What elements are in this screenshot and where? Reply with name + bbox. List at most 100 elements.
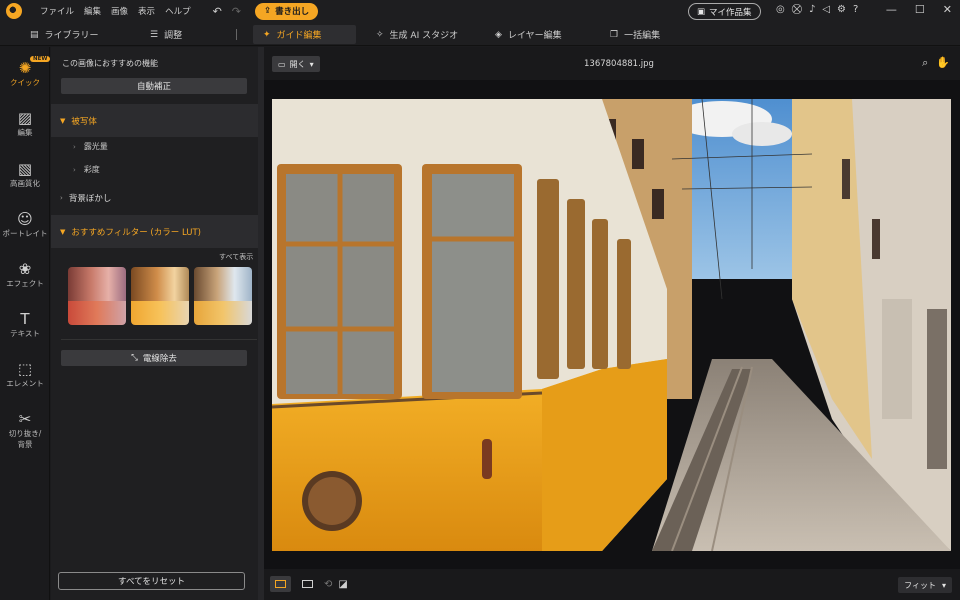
reset-all-button[interactable]: すべてをリセット bbox=[58, 572, 245, 590]
subitem-saturation-label: 彩度 bbox=[83, 165, 100, 174]
auto-correct-button[interactable]: 自動補正 bbox=[61, 78, 247, 94]
rail-item-enhance[interactable]: ▧ 高画質化 bbox=[0, 160, 50, 189]
rail-item-quick[interactable]: NEW ✺ クイック bbox=[0, 56, 51, 88]
my-works-button[interactable]: ▣ マイ作品集 bbox=[688, 3, 761, 20]
panel-divider bbox=[61, 339, 257, 340]
section-bg-blur[interactable]: › 背景ぼかし bbox=[51, 184, 258, 212]
tram-photo-image bbox=[272, 99, 951, 551]
upload-icon: ⇪ bbox=[264, 6, 272, 16]
rail-item-effects[interactable]: ❀ エフェクト bbox=[0, 260, 50, 289]
redo-icon[interactable]: ↷ bbox=[232, 5, 241, 18]
compare-icon[interactable]: ◪ bbox=[338, 579, 347, 590]
cart-icon[interactable]: ⛒ bbox=[792, 4, 802, 15]
filter-thumbnails bbox=[68, 267, 252, 325]
effects-icon: ❀ bbox=[18, 260, 32, 278]
history-icon[interactable]: ⟲ bbox=[324, 579, 332, 590]
chevron-down-icon: ▼ bbox=[60, 227, 66, 236]
wire-removal-label: 電線除去 bbox=[142, 354, 177, 364]
rail-label: テキスト bbox=[10, 329, 40, 338]
section-subject[interactable]: ▼ 被写体 bbox=[51, 104, 258, 137]
folder-icon: ▭ bbox=[278, 59, 286, 69]
sparkle-icon: ✧ bbox=[376, 29, 384, 40]
rail-item-elements[interactable]: ⬚ エレメント bbox=[0, 360, 50, 389]
tab-adjust[interactable]: ☰ 調整 bbox=[140, 25, 192, 44]
library-icon: ▤ bbox=[30, 29, 39, 40]
rail-item-text[interactable]: T テキスト bbox=[0, 310, 50, 339]
open-button[interactable]: ▭ 開く ▾ bbox=[272, 56, 320, 72]
help-icon[interactable]: ? bbox=[853, 4, 858, 15]
account-icon[interactable]: ◎ bbox=[776, 4, 785, 15]
minimize-icon[interactable]: — bbox=[886, 3, 897, 16]
open-button-label: 開く bbox=[289, 59, 306, 69]
rail-item-portrait[interactable]: ☺ ポートレイト bbox=[0, 210, 50, 239]
menu-help[interactable]: ヘルプ bbox=[165, 5, 191, 17]
chevron-right-icon: › bbox=[60, 194, 63, 202]
tab-adjust-label: 調整 bbox=[164, 31, 183, 41]
menu-view[interactable]: 表示 bbox=[138, 5, 155, 17]
rail-label: エフェクト bbox=[6, 279, 44, 288]
filter-thumbnail[interactable] bbox=[194, 267, 252, 325]
tab-guided-edit[interactable]: ✦ ガイド編集 bbox=[253, 25, 356, 44]
wire-removal-button[interactable]: ⤡ 電線除去 bbox=[61, 350, 247, 366]
single-view-button[interactable] bbox=[270, 576, 291, 592]
show-all-link[interactable]: すべて表示 bbox=[219, 252, 253, 262]
my-works-label: マイ作品集 bbox=[709, 7, 752, 18]
rail-label: 切り抜き/ bbox=[8, 429, 42, 438]
tab-library-label: ライブラリー bbox=[44, 31, 99, 41]
app-logo-icon bbox=[6, 3, 22, 19]
text-icon: T bbox=[20, 310, 30, 328]
main-photo[interactable] bbox=[272, 99, 951, 551]
close-icon[interactable]: ✕ bbox=[943, 3, 952, 16]
filter-thumbnail[interactable] bbox=[68, 267, 126, 325]
canvas-area: ▭ 開く ▾ 1367804881.jpg ⌕ ✋ ⟲ ◪ フィット ▾ bbox=[264, 47, 960, 600]
section-subject-label: 被写体 bbox=[71, 116, 97, 127]
export-button[interactable]: ⇪ 書き出し bbox=[255, 2, 319, 20]
image-edit-icon: ▨ bbox=[17, 109, 33, 127]
section-bg-blur-label: 背景ぼかし bbox=[68, 194, 112, 204]
rail-label: エレメント bbox=[6, 379, 44, 388]
wire-removal-icon: ⤡ bbox=[131, 353, 138, 363]
subitem-saturation[interactable]: › 彩度 bbox=[73, 164, 100, 175]
tool-rail: NEW ✺ クイック ▨ 編集 ▧ 高画質化 ☺ ポートレイト ❀ エフェクト … bbox=[0, 47, 51, 600]
menu-bar: ファイル 編集 画像 表示 ヘルプ bbox=[40, 5, 191, 17]
quick-wand-icon: ✺ bbox=[18, 59, 32, 77]
bell-icon[interactable]: ♪ bbox=[809, 4, 815, 15]
filter-thumbnail[interactable] bbox=[131, 267, 189, 325]
enhance-icon: ▧ bbox=[17, 160, 33, 178]
zoom-fit-label: フィット bbox=[904, 580, 936, 590]
rail-label: ポートレイト bbox=[2, 229, 48, 238]
tab-layer-edit[interactable]: ◈ レイヤー編集 bbox=[485, 25, 572, 44]
megaphone-icon[interactable]: ◁ bbox=[822, 4, 830, 15]
menu-image[interactable]: 画像 bbox=[111, 5, 128, 17]
search-icon[interactable]: ⌕ bbox=[922, 56, 928, 70]
chevron-down-icon: ▾ bbox=[941, 580, 946, 590]
canvas-footer: ⟲ ◪ フィット ▾ bbox=[264, 569, 960, 600]
undo-icon[interactable]: ↶ bbox=[213, 5, 222, 18]
subitem-exposure[interactable]: › 露光量 bbox=[73, 141, 108, 152]
photo-editor-window: ファイル 編集 画像 表示 ヘルプ ↶ ↷ ⇪ 書き出し ▣ マイ作品集 ◎ ⛒… bbox=[0, 0, 960, 600]
sliders-icon: ☰ bbox=[150, 29, 159, 40]
section-filter[interactable]: ▼ おすすめフィルター (カラー LUT) bbox=[51, 215, 258, 248]
elements-icon: ⬚ bbox=[17, 360, 33, 378]
rail-item-cutout[interactable]: ✂ 切り抜き/ 背景 bbox=[0, 410, 50, 450]
split-view-button[interactable] bbox=[297, 576, 318, 592]
magic-wand-icon: ✦ bbox=[263, 29, 271, 40]
rail-label: クイック bbox=[10, 78, 40, 87]
tab-library[interactable]: ▤ ライブラリー bbox=[20, 25, 109, 44]
maximize-icon[interactable]: ☐ bbox=[915, 3, 925, 16]
subitem-exposure-label: 露光量 bbox=[83, 142, 108, 151]
new-badge: NEW bbox=[30, 56, 51, 62]
batch-icon: ❐ bbox=[610, 29, 619, 40]
menu-edit[interactable]: 編集 bbox=[84, 5, 101, 17]
rail-item-edit[interactable]: ▨ 編集 bbox=[0, 109, 50, 138]
zoom-fit-dropdown[interactable]: フィット ▾ bbox=[898, 577, 952, 593]
tab-batch-edit-label: 一括編集 bbox=[624, 31, 661, 41]
gear-icon[interactable]: ⚙ bbox=[837, 4, 846, 15]
menu-file[interactable]: ファイル bbox=[40, 5, 74, 17]
mode-tab-bar: ▤ ライブラリー ☰ 調整 ✦ ガイド編集 ✧ 生成 AI スタジオ ◈ レイヤ… bbox=[0, 22, 960, 46]
hand-pan-icon[interactable]: ✋ bbox=[936, 56, 950, 70]
tab-batch-edit[interactable]: ❐ 一括編集 bbox=[600, 25, 670, 44]
section-filter-label: おすすめフィルター (カラー LUT) bbox=[71, 227, 201, 238]
tab-ai-studio[interactable]: ✧ 生成 AI スタジオ bbox=[366, 25, 468, 44]
tab-separator bbox=[236, 29, 237, 40]
